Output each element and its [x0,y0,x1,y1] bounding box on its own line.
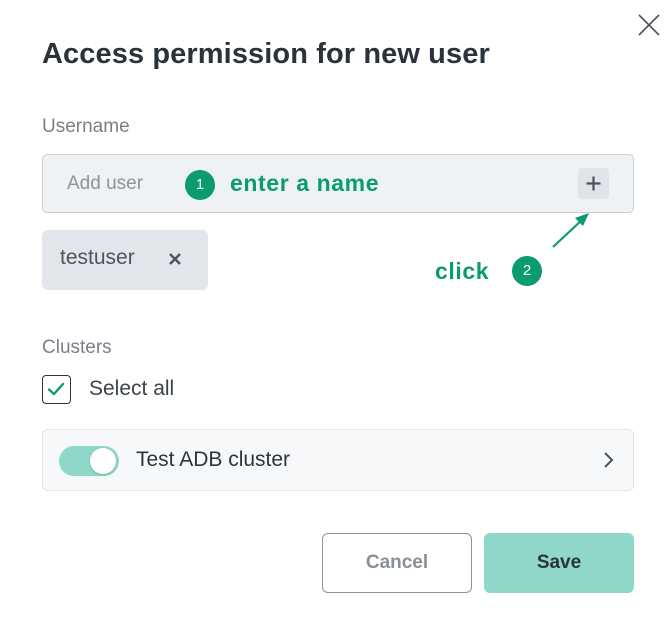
step-2-text: click [435,258,490,284]
select-all-checkbox[interactable] [42,375,71,404]
username-label: Username [42,116,130,137]
cluster-row[interactable]: Test ADB cluster [42,429,634,491]
add-user-button[interactable] [578,168,609,199]
step-2-badge: 2 [512,256,542,286]
arrow-icon [552,213,589,248]
toggle-knob [90,448,116,474]
select-all-label: Select all [89,377,175,400]
cluster-name: Test ADB cluster [136,448,291,471]
username-input[interactable] [67,169,197,199]
cluster-toggle[interactable] [59,446,119,476]
dialog-title: Access permission for new user [42,38,490,70]
user-chip-label: testuser [60,246,135,269]
clusters-label: Clusters [42,337,112,358]
close-icon[interactable] [636,12,662,38]
checkmark-icon [47,382,65,396]
save-button[interactable]: Save [484,533,634,593]
plus-icon [586,176,601,191]
access-permission-dialog: Access permission for new user Username … [0,0,669,624]
user-chip: testuser [42,230,208,290]
step-1-badge: 1 [185,170,215,200]
cancel-button[interactable]: Cancel [322,533,472,593]
chevron-right-icon[interactable] [599,450,619,470]
close-icon[interactable] [166,250,184,268]
step-1-text: enter a name [230,170,380,196]
